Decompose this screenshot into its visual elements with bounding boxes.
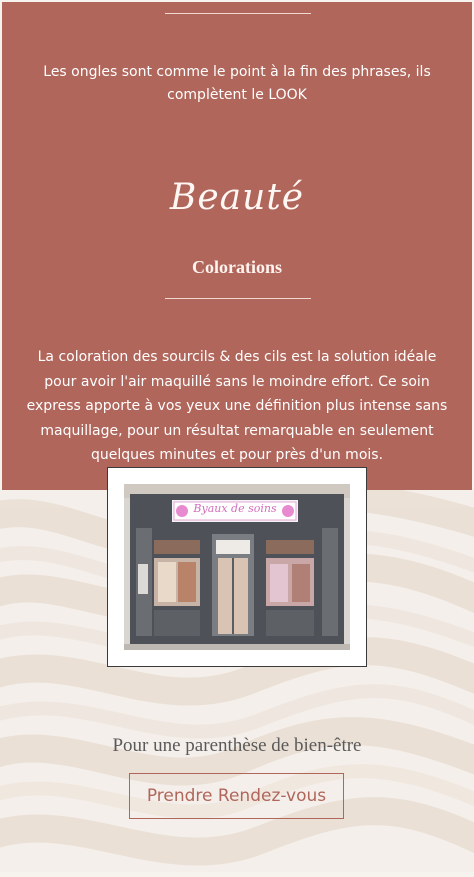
script-title: Beauté (169, 177, 305, 218)
section-heading: Colorations (192, 256, 282, 277)
shop-photo-frame: Byaux de soins (107, 467, 367, 667)
coloration-description: La coloration des sourcils & des cils es… (26, 349, 448, 463)
nails-description: Les ongles sont comme le point à la fin … (43, 64, 431, 103)
tagline: Pour une parenthèse de bien-être (112, 735, 362, 756)
shop-front-image: Byaux de soins (124, 484, 350, 650)
book-appointment-button[interactable]: Prendre Rendez-vous (129, 773, 344, 819)
divider (165, 298, 311, 299)
services-section: Les ongles sont comme le point à la fin … (2, 2, 472, 490)
divider (165, 13, 311, 14)
page: Les ongles sont comme le point à la fin … (0, 0, 474, 877)
svg-text:Byaux de soins: Byaux de soins (192, 502, 277, 515)
bottom-edge (0, 872, 474, 877)
